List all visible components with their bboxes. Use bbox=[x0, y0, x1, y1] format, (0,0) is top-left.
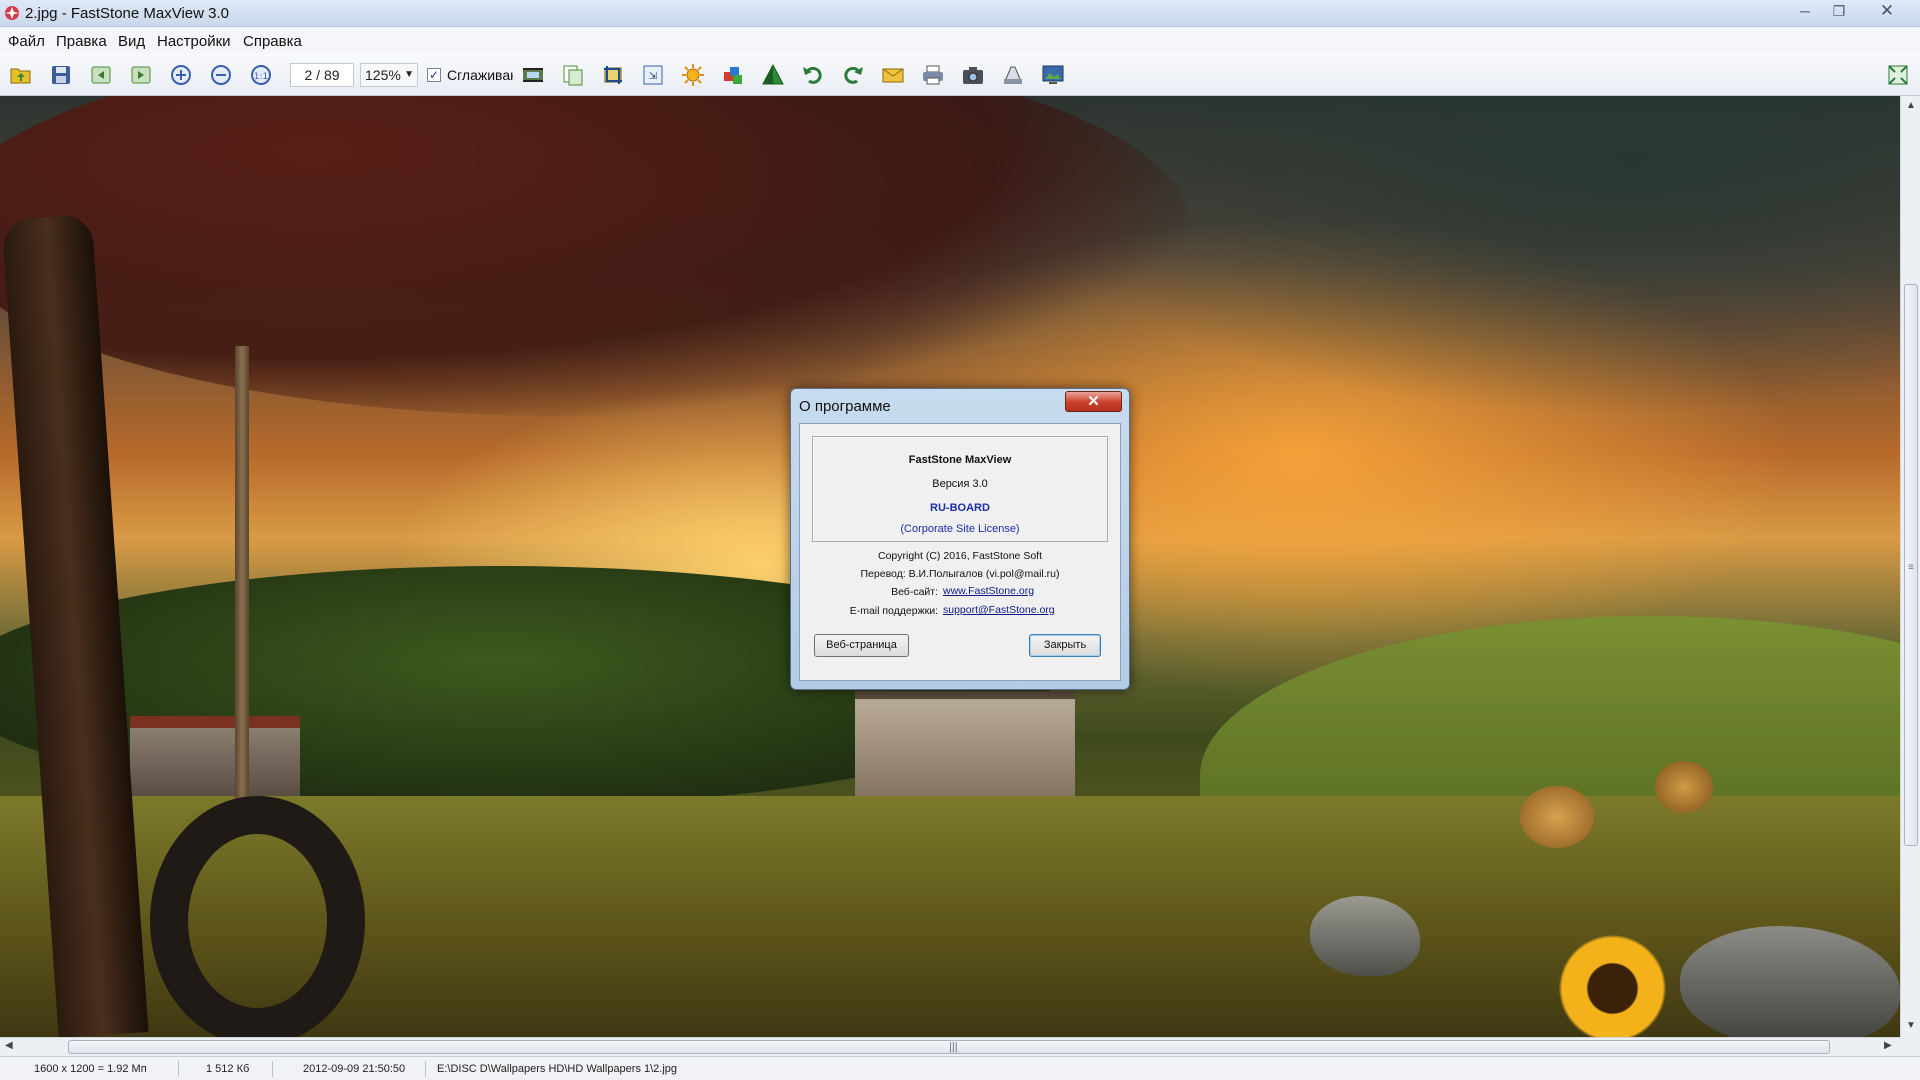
translation-credit: Перевод: В.И.Полыгалов (vi.pol@mail.ru) bbox=[860, 568, 1060, 580]
wallpaper-icon[interactable] bbox=[1041, 63, 1065, 87]
smoothing-checkbox[interactable]: ✓ bbox=[427, 68, 441, 82]
dialog-close-icon[interactable]: ✕ bbox=[1065, 391, 1122, 412]
email-icon[interactable] bbox=[881, 63, 905, 87]
zoom-value: 125% bbox=[365, 67, 401, 83]
copyright-text: Copyright (C) 2016, FastStone Soft bbox=[878, 550, 1042, 562]
vertical-scrollbar[interactable]: ▲ ≡ ▼ bbox=[1900, 96, 1920, 1037]
support-email-label: E-mail поддержки: bbox=[849, 605, 938, 617]
hay-bale bbox=[1520, 786, 1594, 848]
scan-icon[interactable] bbox=[1001, 63, 1025, 87]
scroll-down-icon[interactable]: ▼ bbox=[1901, 1020, 1920, 1031]
camera-icon[interactable] bbox=[961, 63, 985, 87]
status-separator bbox=[425, 1061, 426, 1077]
grip-icon: ≡ bbox=[1908, 562, 1914, 573]
swing-rope bbox=[235, 346, 249, 816]
menu-settings[interactable]: Настройки bbox=[157, 33, 231, 50]
hay-bale bbox=[1655, 761, 1713, 813]
horizontal-scrollbar[interactable]: ◀ ||| ▶ bbox=[0, 1037, 1900, 1056]
dialog-body: FastStone MaxView Версия 3.0 RU-BOARD (C… bbox=[799, 423, 1121, 681]
product-info-box: FastStone MaxView Версия 3.0 RU-BOARD (C… bbox=[812, 436, 1108, 542]
close-window-button[interactable]: ✕ bbox=[1867, 1, 1907, 22]
copy-to-icon[interactable] bbox=[561, 63, 585, 87]
save-icon[interactable] bbox=[49, 63, 73, 87]
title-bar: 2.jpg - FastStone MaxView 3.0 ─ ❐ ✕ bbox=[0, 0, 1920, 27]
zoom-out-icon[interactable] bbox=[209, 63, 233, 87]
chevron-down-icon: ▼ bbox=[404, 69, 414, 80]
status-path: E:\DISC D\Wallpapers HD\HD Wallpapers 1\… bbox=[437, 1063, 678, 1075]
window-title: 2.jpg - FastStone MaxView 3.0 bbox=[25, 5, 229, 22]
toolbar: 1:1 2 / 89 125% ▼ ✓ Сглаживание ⇲ bbox=[0, 54, 1920, 96]
menu-file[interactable]: Файл bbox=[8, 33, 45, 50]
dialog-title: О программе bbox=[799, 398, 891, 415]
barn-building bbox=[855, 691, 1075, 796]
website-link[interactable]: www.FastStone.org bbox=[943, 585, 1034, 597]
resize-icon[interactable]: ⇲ bbox=[641, 63, 665, 87]
status-bar: 1600 x 1200 = 1.92 Мп 1 512 Кб 2012-09-0… bbox=[0, 1056, 1920, 1080]
scroll-right-icon[interactable]: ▶ bbox=[1884, 1040, 1892, 1051]
fullscreen-icon[interactable] bbox=[1886, 63, 1910, 87]
print-icon[interactable] bbox=[921, 63, 945, 87]
sharpen-icon[interactable] bbox=[761, 63, 785, 87]
brightness-icon[interactable] bbox=[681, 63, 705, 87]
status-separator bbox=[178, 1061, 179, 1077]
status-datetime: 2012-09-09 21:50:50 bbox=[303, 1063, 406, 1075]
crop-icon[interactable] bbox=[601, 63, 625, 87]
next-icon[interactable] bbox=[129, 63, 153, 87]
status-separator bbox=[272, 1061, 273, 1077]
vertical-scroll-thumb[interactable]: ≡ bbox=[1904, 284, 1918, 846]
website-label: Веб-сайт: bbox=[891, 586, 938, 598]
smoothing-label: Сглаживание bbox=[447, 67, 513, 83]
svg-text:⇲: ⇲ bbox=[649, 71, 658, 82]
product-name: FastStone MaxView bbox=[908, 454, 1012, 466]
actual-size-icon[interactable]: 1:1 bbox=[249, 63, 273, 87]
scrollbar-corner bbox=[1900, 1037, 1920, 1056]
about-dialog: О программе ✕ FastStone MaxView Версия 3… bbox=[790, 388, 1130, 690]
web-page-button[interactable]: Веб-страница bbox=[814, 634, 909, 657]
page-counter-input[interactable]: 2 / 89 bbox=[290, 63, 354, 87]
grip-icon: ||| bbox=[949, 1041, 958, 1053]
slideshow-icon[interactable] bbox=[521, 63, 545, 87]
colors-icon[interactable] bbox=[721, 63, 745, 87]
menu-edit[interactable]: Правка bbox=[56, 33, 107, 50]
app-icon bbox=[5, 6, 19, 20]
menu-view[interactable]: Вид bbox=[118, 33, 145, 50]
scroll-up-icon[interactable]: ▲ bbox=[1901, 100, 1920, 111]
tire-swing bbox=[150, 796, 365, 1037]
sunflower bbox=[1555, 931, 1670, 1037]
version-label: Версия 3.0 bbox=[932, 478, 988, 490]
menu-bar: Файл Правка Вид Настройки Справка bbox=[0, 27, 1920, 54]
rotate-right-icon[interactable] bbox=[841, 63, 865, 87]
menu-help[interactable]: Справка bbox=[243, 33, 302, 50]
zoom-select[interactable]: 125% ▼ bbox=[360, 63, 418, 87]
svg-text:1:1: 1:1 bbox=[254, 72, 268, 82]
horizontal-scroll-thumb[interactable]: ||| bbox=[68, 1040, 1830, 1054]
shed-building bbox=[130, 716, 300, 796]
previous-icon[interactable] bbox=[89, 63, 113, 87]
licensee-name: RU-BOARD bbox=[930, 502, 990, 514]
status-dimensions: 1600 x 1200 = 1.92 Мп bbox=[34, 1063, 147, 1075]
status-filesize: 1 512 Кб bbox=[206, 1063, 250, 1075]
support-email-link[interactable]: support@FastStone.org bbox=[943, 604, 1055, 616]
license-type: (Corporate Site License) bbox=[900, 523, 1020, 535]
rotate-left-icon[interactable] bbox=[801, 63, 825, 87]
zoom-in-icon[interactable] bbox=[169, 63, 193, 87]
maximize-button[interactable]: ❐ bbox=[1822, 1, 1856, 22]
scroll-left-icon[interactable]: ◀ bbox=[5, 1040, 13, 1051]
close-button[interactable]: Закрыть bbox=[1029, 634, 1101, 657]
minimize-button[interactable]: ─ bbox=[1788, 1, 1822, 22]
open-folder-icon[interactable] bbox=[9, 63, 33, 87]
